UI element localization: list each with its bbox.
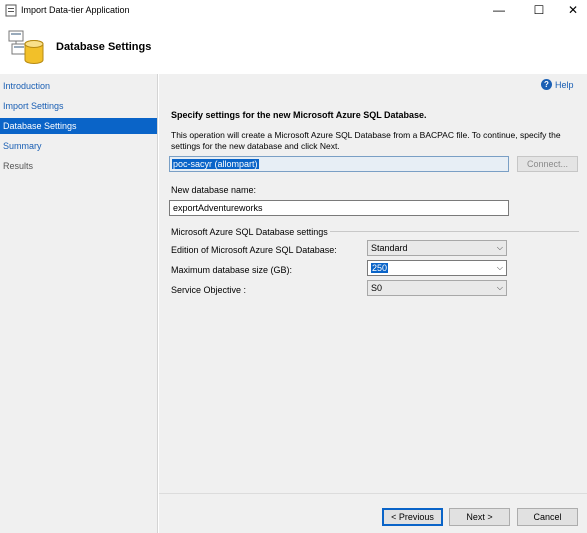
max-size-label: Maximum database size (GB):: [171, 265, 293, 275]
chevron-down-icon: ⌵: [496, 263, 503, 272]
server-connection-value: poc-sacyr (allompart): [172, 159, 259, 169]
sidebar-item-summary[interactable]: Summary: [0, 138, 157, 154]
help-label: Help: [555, 79, 574, 90]
help-link[interactable]: ? Help: [541, 79, 574, 90]
database-wizard-icon: [8, 30, 44, 64]
server-connection-field[interactable]: poc-sacyr (allompart): [169, 156, 509, 172]
page-title: Database Settings: [56, 41, 152, 53]
section-description: This operation will create a Microsoft A…: [171, 130, 561, 151]
sidebar-item-database-settings[interactable]: Database Settings: [0, 118, 157, 134]
minimize-button[interactable]: —: [482, 0, 516, 20]
db-name-input[interactable]: exportAdventureworks: [169, 200, 509, 216]
app-icon: [5, 4, 17, 17]
sidebar-item-import-settings[interactable]: Import Settings: [0, 98, 157, 114]
group-divider: [316, 231, 579, 232]
edition-value: Standard: [371, 243, 408, 253]
wizard-sidebar: Introduction Import Settings Database Se…: [0, 74, 158, 533]
previous-button[interactable]: < Previous: [382, 508, 443, 526]
max-size-dropdown[interactable]: 250 ⌵: [367, 260, 507, 276]
footer-divider: [159, 493, 587, 494]
edition-dropdown[interactable]: Standard ⌵: [367, 240, 507, 256]
close-button[interactable]: ✕: [556, 0, 587, 20]
service-objective-dropdown[interactable]: S0 ⌵: [367, 280, 507, 296]
connect-button: Connect...: [517, 156, 578, 172]
main-panel: ? Help Specify settings for the new Micr…: [159, 74, 587, 533]
cancel-button[interactable]: Cancel: [517, 508, 578, 526]
next-button[interactable]: Next >: [449, 508, 510, 526]
help-icon: ?: [541, 79, 552, 90]
edition-label: Edition of Microsoft Azure SQL Database:: [171, 245, 337, 255]
title-bar: Import Data-tier Application — ☐ ✕: [0, 0, 587, 22]
window-title: Import Data-tier Application: [21, 5, 130, 15]
maximize-button[interactable]: ☐: [522, 0, 556, 20]
service-objective-label: Service Objective :: [171, 285, 247, 295]
sidebar-item-results: Results: [3, 161, 34, 171]
db-name-label: New database name:: [171, 185, 257, 195]
service-objective-value: S0: [371, 283, 383, 293]
sidebar-item-introduction[interactable]: Introduction: [0, 78, 157, 94]
chevron-down-icon: ⌵: [496, 243, 503, 252]
azure-settings-group-label: Microsoft Azure SQL Database settings: [171, 227, 330, 237]
page-header: Database Settings: [0, 22, 587, 74]
max-size-value: 250: [371, 263, 389, 273]
section-heading: Specify settings for the new Microsoft A…: [171, 110, 427, 120]
chevron-down-icon: ⌵: [496, 283, 503, 292]
